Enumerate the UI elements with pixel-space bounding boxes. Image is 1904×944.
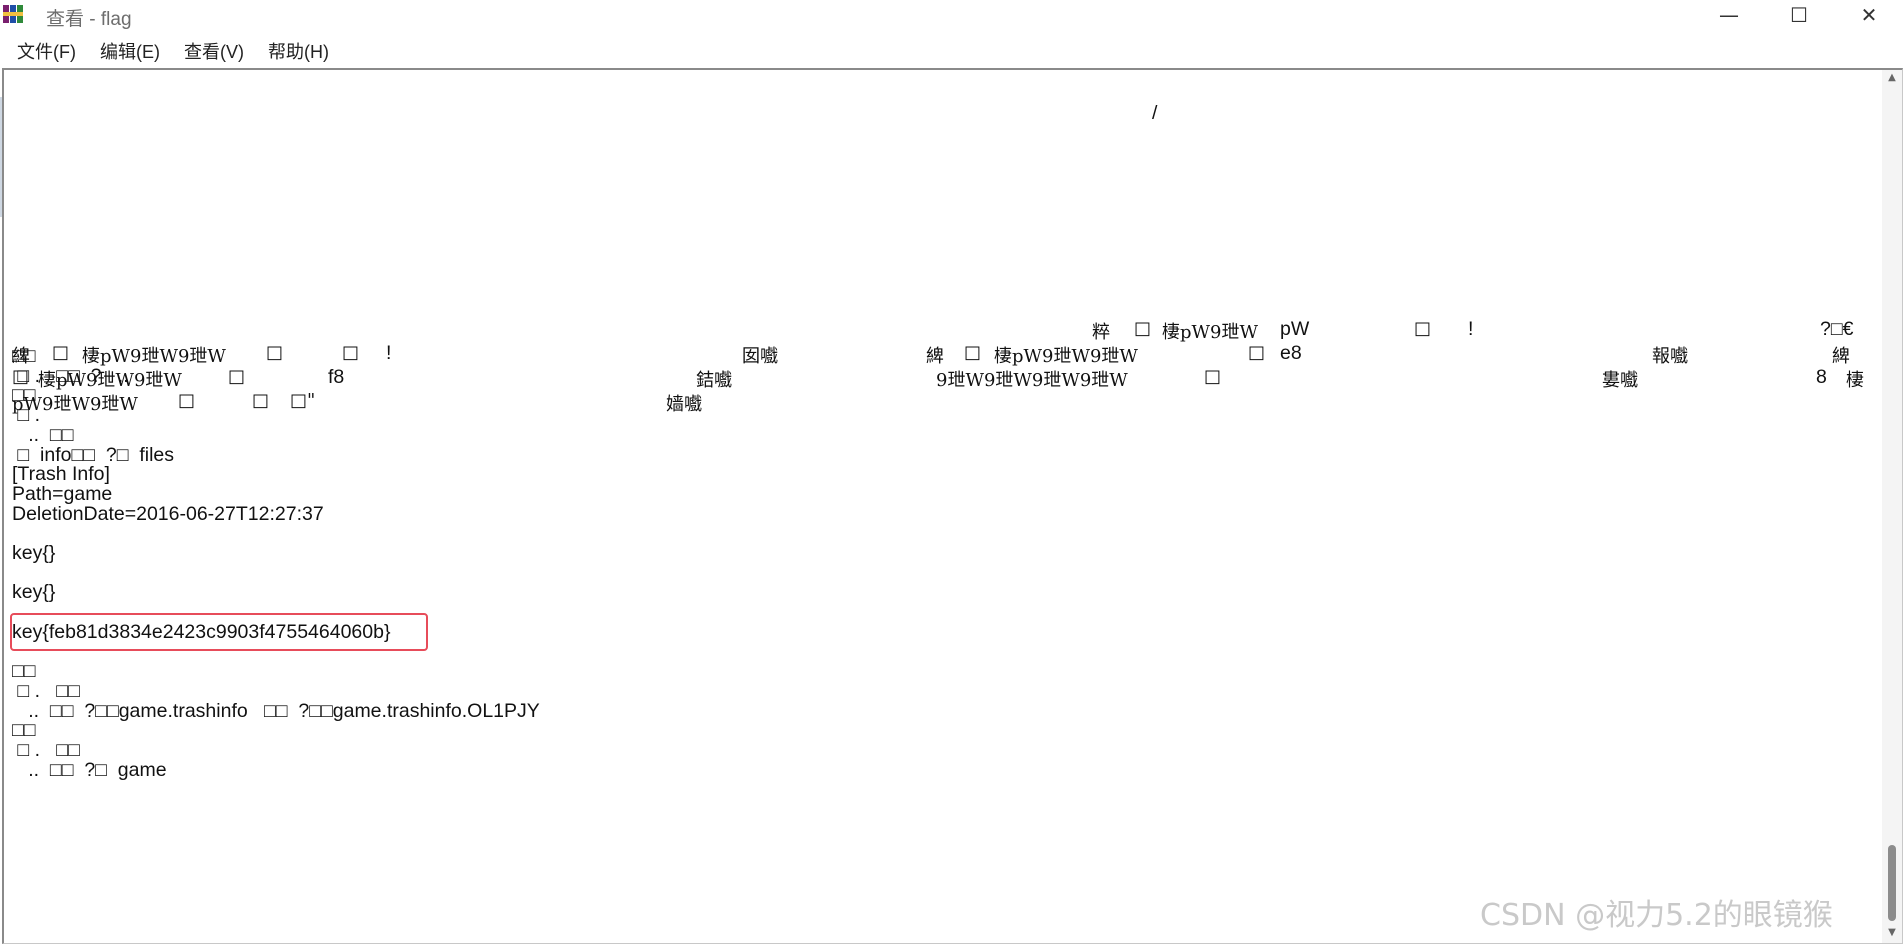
binary-fragment: ! <box>1468 318 1474 340</box>
binary-fragment: 棲 <box>1846 370 1864 391</box>
text-line: .. □□ ?□ game <box>12 758 167 781</box>
binary-fragment: □ <box>964 342 982 363</box>
binary-fragment: 婁嚱 <box>1602 370 1638 391</box>
menu-view[interactable]: 查看(V) <box>175 36 253 66</box>
binary-fragment: 報嚱 <box>1652 346 1688 367</box>
text-line: .. □□ ?□□game.trashinfo □□ ?□□game.trash… <box>12 699 540 722</box>
binary-fragment: □ <box>342 342 360 363</box>
text-line: key{} <box>12 581 56 604</box>
binary-fragment: □ <box>1134 318 1152 339</box>
maximize-icon: ☐ <box>1790 3 1808 27</box>
minimize-icon: — <box>1719 3 1739 27</box>
binary-fragment: 綼 <box>1832 346 1850 367</box>
scroll-down-arrow-icon[interactable]: ▼ <box>1886 927 1898 939</box>
text-line: □ . □□ ? .. <box>12 364 129 387</box>
text-line: DeletionDate=2016-06-27T12:27:37 <box>12 502 324 525</box>
binary-fragment: ?□€ <box>1820 318 1854 340</box>
window-title: 查看 - flag <box>46 9 132 30</box>
binary-fragment: 8 <box>1816 366 1827 388</box>
text-line: .. □□ <box>12 423 74 446</box>
binary-fragment: □ <box>1204 366 1222 387</box>
binary-fragment: pW <box>1280 318 1310 340</box>
binary-fragment: e8 <box>1280 342 1302 364</box>
vertical-scrollbar[interactable]: ▲ ▼ <box>1882 70 1902 943</box>
menu-help[interactable]: 帮助(H) <box>259 36 338 66</box>
binary-fragment: 9玴W9玴W9玴W9玴W <box>936 370 1128 391</box>
binary-fragment: □ <box>178 390 196 411</box>
menu-file[interactable]: 文件(F) <box>8 36 85 66</box>
text-line: [Trash Info] <box>12 463 110 486</box>
close-icon: ✕ <box>1860 3 1878 27</box>
winrar-books-icon <box>3 5 23 23</box>
text-line: □ . □□ <box>12 739 80 761</box>
text-line: □□ <box>12 719 36 742</box>
file-content: / 粹 □ 棲pW9玴W pW □ ! ?□€ 綼 □ 棲pW9玴W9玴W □ … <box>10 70 1882 943</box>
key-highlight-box <box>10 612 428 651</box>
binary-fragment: □ <box>1414 318 1432 339</box>
binary-fragment: □ <box>252 390 270 411</box>
text-line: □ . □□ <box>12 679 80 702</box>
text-line: Path=game <box>12 482 113 505</box>
binary-fragment: □ <box>228 366 246 387</box>
maximize-button[interactable]: ☐ <box>1764 0 1834 30</box>
minimize-button[interactable]: — <box>1694 0 1764 30</box>
close-button[interactable]: ✕ <box>1834 0 1904 30</box>
binary-fragment: 棲pW9玴W9玴W <box>994 346 1138 367</box>
binary-fragment: □ <box>266 342 284 363</box>
binary-fragment: 粹 <box>1092 322 1110 343</box>
binary-fragment: 銡嚱 <box>696 370 732 391</box>
text-line: □ . <box>12 404 41 427</box>
csdn-watermark: CSDN @视力5.2的眼镜猴 <box>1480 898 1833 933</box>
text-viewer[interactable]: / 粹 □ 棲pW9玴W pW □ ! ?□€ 綼 □ 棲pW9玴W9玴W □ … <box>2 68 1903 944</box>
binary-fragment: □" <box>290 390 316 411</box>
binary-fragment: 綼 <box>926 346 944 367</box>
binary-fragment: 棲pW9玴W <box>1162 322 1258 343</box>
binary-fragment: 嫱嚱 <box>666 394 702 415</box>
binary-fragment: f8 <box>328 366 345 388</box>
text-line: □□ <box>12 384 36 407</box>
menu-bar: 文件(F) 编辑(E) 查看(V) 帮助(H) <box>0 36 1904 66</box>
text-line: □□ <box>12 660 36 683</box>
binary-fragment: 囡嚱 <box>742 346 778 367</box>
menu-edit[interactable]: 编辑(E) <box>91 36 169 66</box>
binary-fragment: ! <box>386 342 392 364</box>
content-slash: / <box>1152 102 1158 124</box>
text-line: key{} <box>12 542 56 564</box>
title-bar: 查看 - flag — ☐ ✕ <box>0 0 1904 30</box>
text-line: □ info□□ ?□ files <box>12 443 174 466</box>
scroll-thumb[interactable] <box>1888 845 1896 921</box>
text-line: □□ <box>12 345 36 367</box>
scroll-up-arrow-icon[interactable]: ▲ <box>1886 72 1898 84</box>
binary-fragment: □ <box>1248 342 1266 363</box>
binary-fragment: □ <box>52 342 70 363</box>
